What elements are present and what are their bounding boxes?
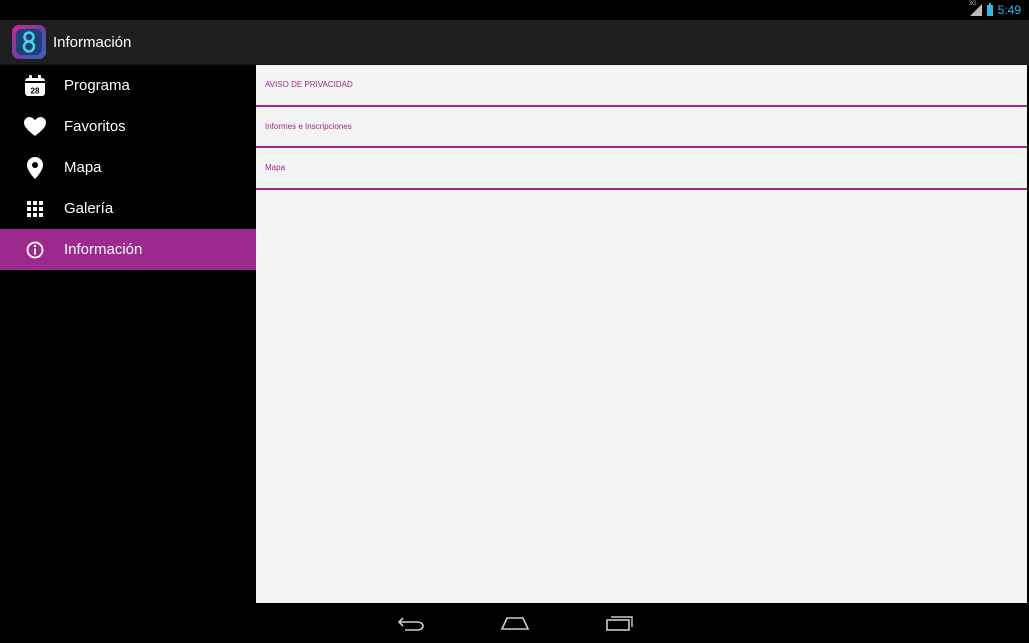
calendar-badge: 28: [31, 86, 40, 95]
action-bar: Información: [0, 20, 1029, 65]
heart-icon: [24, 116, 46, 138]
back-icon: [397, 617, 424, 631]
recent-apps-button[interactable]: [597, 607, 641, 639]
drawer-item-programa[interactable]: 28 Programa: [0, 65, 256, 106]
back-button[interactable]: [389, 607, 433, 639]
signal-icon: 3G: [968, 1, 982, 16]
list-item-aviso-privacidad[interactable]: AVISO DE PRIVACIDAD: [256, 65, 1027, 107]
status-clock: 5:49: [997, 3, 1021, 17]
battery-icon: [986, 2, 993, 16]
status-bar: 3G 5:49: [0, 0, 1029, 20]
system-nav-bar: [0, 603, 1029, 643]
drawer-item-informacion[interactable]: Información: [0, 229, 256, 270]
page-title: Información: [53, 33, 132, 51]
drawer-item-label: Programa: [64, 77, 130, 94]
navigation-drawer: 28 Programa Favoritos Mapa Galería Infor…: [0, 65, 256, 603]
drawer-item-mapa[interactable]: Mapa: [0, 147, 256, 188]
drawer-item-favoritos[interactable]: Favoritos: [0, 106, 256, 147]
info-icon: [24, 239, 46, 261]
list-item-mapa[interactable]: Mapa: [256, 148, 1027, 190]
map-pin-icon: [24, 156, 46, 179]
drawer-item-galeria[interactable]: Galería: [0, 188, 256, 229]
home-button[interactable]: [493, 607, 537, 639]
recent-apps-icon: [605, 616, 633, 631]
network-type: 3G: [968, 1, 977, 7]
drawer-item-label: Galería: [64, 200, 114, 217]
content-list: AVISO DE PRIVACIDAD Informes e Inscripci…: [256, 65, 1027, 603]
grid-icon: [24, 198, 46, 220]
drawer-item-label: Mapa: [64, 159, 102, 176]
drawer-item-label: Información: [64, 241, 143, 258]
home-icon: [500, 617, 529, 630]
drawer-item-label: Favoritos: [64, 118, 126, 135]
list-item-informes-inscripciones[interactable]: Informes e Inscripciones: [256, 107, 1027, 148]
calendar-icon: 28: [24, 74, 46, 97]
app-logo-icon[interactable]: [12, 25, 46, 59]
